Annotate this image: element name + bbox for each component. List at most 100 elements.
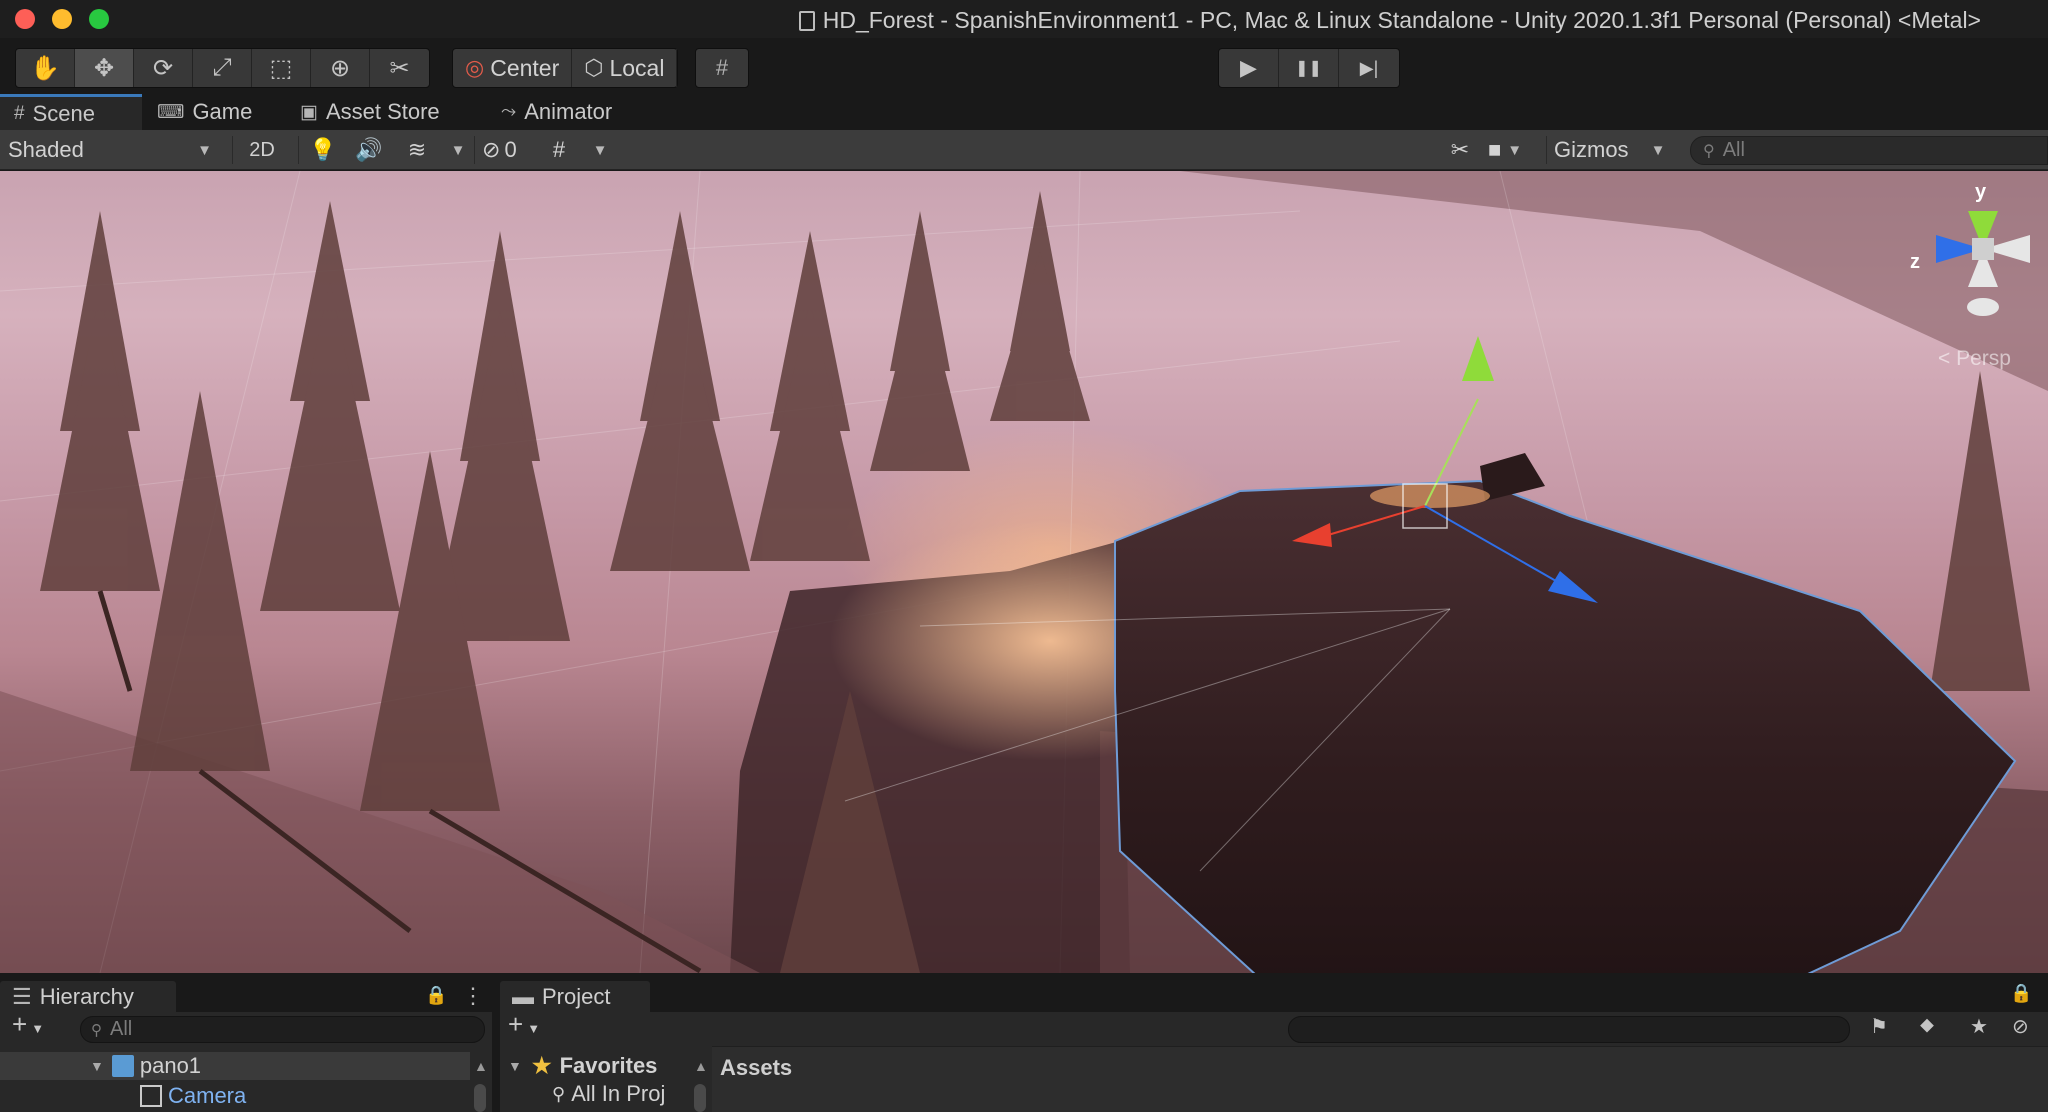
pivot-icon: ◎ (465, 55, 485, 80)
minimize-window-button[interactable] (52, 9, 72, 29)
scene-search-input[interactable]: ⚲ All (1690, 136, 2048, 165)
tab-scene[interactable]: # Scene (0, 94, 142, 130)
custom-tool-button[interactable]: ✂ (370, 49, 429, 87)
hierarchy-item-pano1[interactable]: ▼ pano1 (0, 1052, 470, 1080)
axis-z-label: z (1910, 251, 1920, 273)
hidden-packages-icon[interactable]: ⊘ (2012, 1014, 2029, 1039)
2d-label: 2D (249, 138, 275, 161)
projection-toggle[interactable]: < Persp (1938, 347, 2011, 371)
close-window-button[interactable] (15, 9, 35, 29)
project-search-input[interactable] (1288, 1016, 1850, 1043)
tab-game[interactable]: ⌨ Game (157, 94, 252, 130)
asset-store-icon: ▣ (300, 101, 318, 123)
star-icon[interactable]: ★ (1970, 1014, 1988, 1039)
prefab-cube-icon (111, 1055, 134, 1077)
audio-toggle[interactable]: 🔊 (352, 130, 386, 170)
play-button[interactable]: ▶ (1219, 49, 1279, 87)
scale-tool-button[interactable]: ⤢ (193, 49, 252, 87)
favorites-folder[interactable]: ▼ ★ Favorites (508, 1052, 657, 1080)
tab-asset-store[interactable]: ▣ Asset Store (300, 94, 440, 130)
effects-toggle[interactable]: ≋ (400, 130, 434, 170)
gizmos-dropdown[interactable]: ▼ (1648, 130, 1668, 170)
tab-hierarchy[interactable]: ☰ Hierarchy (0, 981, 176, 1012)
create-asset-button[interactable]: + ▼ (508, 1009, 540, 1040)
layers-icon: ≋ (407, 137, 427, 162)
2d-toggle[interactable]: 2D (238, 130, 286, 170)
folder-icon: ▬ (512, 983, 534, 1009)
grid-snap-icon: # (715, 55, 729, 80)
list-icon: ☰ (12, 983, 32, 1009)
search-icon: ⚲ (552, 1083, 566, 1104)
favorites-all-in-project[interactable]: ⚲ All In Proj (552, 1080, 682, 1108)
camera-settings-button[interactable]: ■ ▼ (1488, 130, 1538, 170)
maximize-window-button[interactable] (89, 9, 109, 29)
animator-icon: ⤳ (501, 101, 517, 122)
tab-project[interactable]: ▬ Project (500, 981, 650, 1012)
lock-icon[interactable]: 🔒 (425, 985, 447, 1006)
project-lock-icon[interactable]: 🔒 (2010, 983, 2032, 1004)
transform-icon: ⊕ (329, 54, 351, 82)
gameobject-cube-icon (140, 1085, 162, 1107)
chevron-down-icon: ▼ (31, 1021, 45, 1036)
scene-viewport[interactable]: y z < Persp (0, 171, 2048, 973)
hierarchy-item-label: Camera (168, 1083, 247, 1108)
pivot-rotation-button[interactable]: ⬡ Local (572, 49, 678, 87)
gizmos-label: Gizmos (1554, 137, 1629, 162)
window-title: HD_Forest - SpanishEnvironment1 - PC, Ma… (700, 7, 2028, 34)
game-icon: ⌨ (157, 101, 185, 123)
move-tool-button[interactable]: ✥ (75, 49, 134, 87)
project-tree-scrollbar[interactable] (694, 1084, 706, 1112)
assets-breadcrumb[interactable]: Assets (720, 1055, 792, 1081)
step-button[interactable]: ▶| (1339, 49, 1399, 87)
filter-type-icon[interactable]: ⚑ (1870, 1014, 1888, 1039)
speaker-icon: 🔊 (355, 137, 383, 162)
tools-button[interactable]: ✂ (1443, 130, 1477, 170)
assets-view: Assets (712, 1046, 2048, 1112)
hand-tool-button[interactable]: ✋ (16, 49, 75, 87)
pivot-mode-button[interactable]: ◎ Center (453, 49, 573, 87)
selected-rock-mesh[interactable] (1114, 479, 2017, 973)
expand-arrow-icon: ▼ (90, 1058, 104, 1074)
effects-dropdown[interactable]: ▼ (448, 130, 468, 170)
axis-y-label: y (1975, 181, 1987, 203)
chevron-down-icon: ▼ (1650, 141, 1666, 159)
gizmos-button[interactable]: Gizmos (1554, 130, 1629, 170)
bottom-panels: ☰ Hierarchy 🔒 ⋮ ▬ Project 🔒 + ▼ ⚲ All ▼ pano… (0, 973, 2048, 1112)
hierarchy-scrollbar[interactable] (474, 1084, 486, 1112)
chevron-down-icon: ▼ (450, 141, 466, 159)
pivot-label: Center (490, 54, 560, 81)
grid-snap-button[interactable]: # (696, 49, 748, 87)
star-icon: ★ (531, 1053, 552, 1078)
custom-tool-icon: ✂ (389, 54, 410, 82)
rotate-tool-button[interactable]: ⟳ (134, 49, 193, 87)
rect-tool-button[interactable]: ⬚ (252, 49, 311, 87)
transform-tools: ✋ ✥ ⟳ ⤢ ⬚ ⊕ ✂ (15, 48, 430, 88)
grid-dropdown[interactable]: ▼ (590, 130, 610, 170)
add-object-button[interactable]: + ▼ (12, 1009, 44, 1040)
lightbulb-icon: 💡 (309, 137, 337, 162)
lighting-toggle[interactable]: 💡 (306, 130, 340, 170)
favorites-label: Favorites (559, 1053, 658, 1078)
pause-button[interactable]: ❚❚ (1279, 49, 1339, 87)
more-options-icon[interactable]: ⋮ (462, 983, 484, 1009)
grid-snap-group: # (695, 48, 749, 88)
transform-tool-button[interactable]: ⊕ (311, 49, 370, 87)
distant-terrain (1180, 171, 2048, 391)
grid-toggle[interactable]: # (544, 130, 574, 170)
scroll-up-icon[interactable]: ▲ (474, 1058, 488, 1074)
scene-render (0, 171, 2048, 973)
hierarchy-item-camera[interactable]: Camera (0, 1082, 470, 1110)
scroll-up-icon[interactable]: ▲ (694, 1058, 708, 1074)
search-icon: ⚲ (91, 1021, 102, 1039)
hand-icon: ✋ (30, 54, 60, 82)
scene-toolbar: Shaded ▼ 2D 💡 🔊 ≋ ▼ ⊘ 0 # ▼ ✂ ■ ▼ Gizmos ▼ … (0, 130, 2048, 170)
tab-animator[interactable]: ⤳ Animator (501, 94, 612, 130)
gizmo-y-arrow[interactable] (1462, 336, 1494, 381)
filter-label-icon[interactable]: ⬥ (1920, 1014, 1934, 1037)
step-icon: ▶| (1359, 57, 1379, 78)
draw-mode-label: Shaded (8, 137, 84, 162)
draw-mode-dropdown[interactable]: Shaded ▼ (8, 130, 220, 170)
chevron-down-icon: ▼ (592, 141, 608, 159)
hidden-objects-toggle[interactable]: ⊘ 0 (482, 130, 532, 170)
hierarchy-search-input[interactable]: ⚲ All (80, 1016, 485, 1043)
